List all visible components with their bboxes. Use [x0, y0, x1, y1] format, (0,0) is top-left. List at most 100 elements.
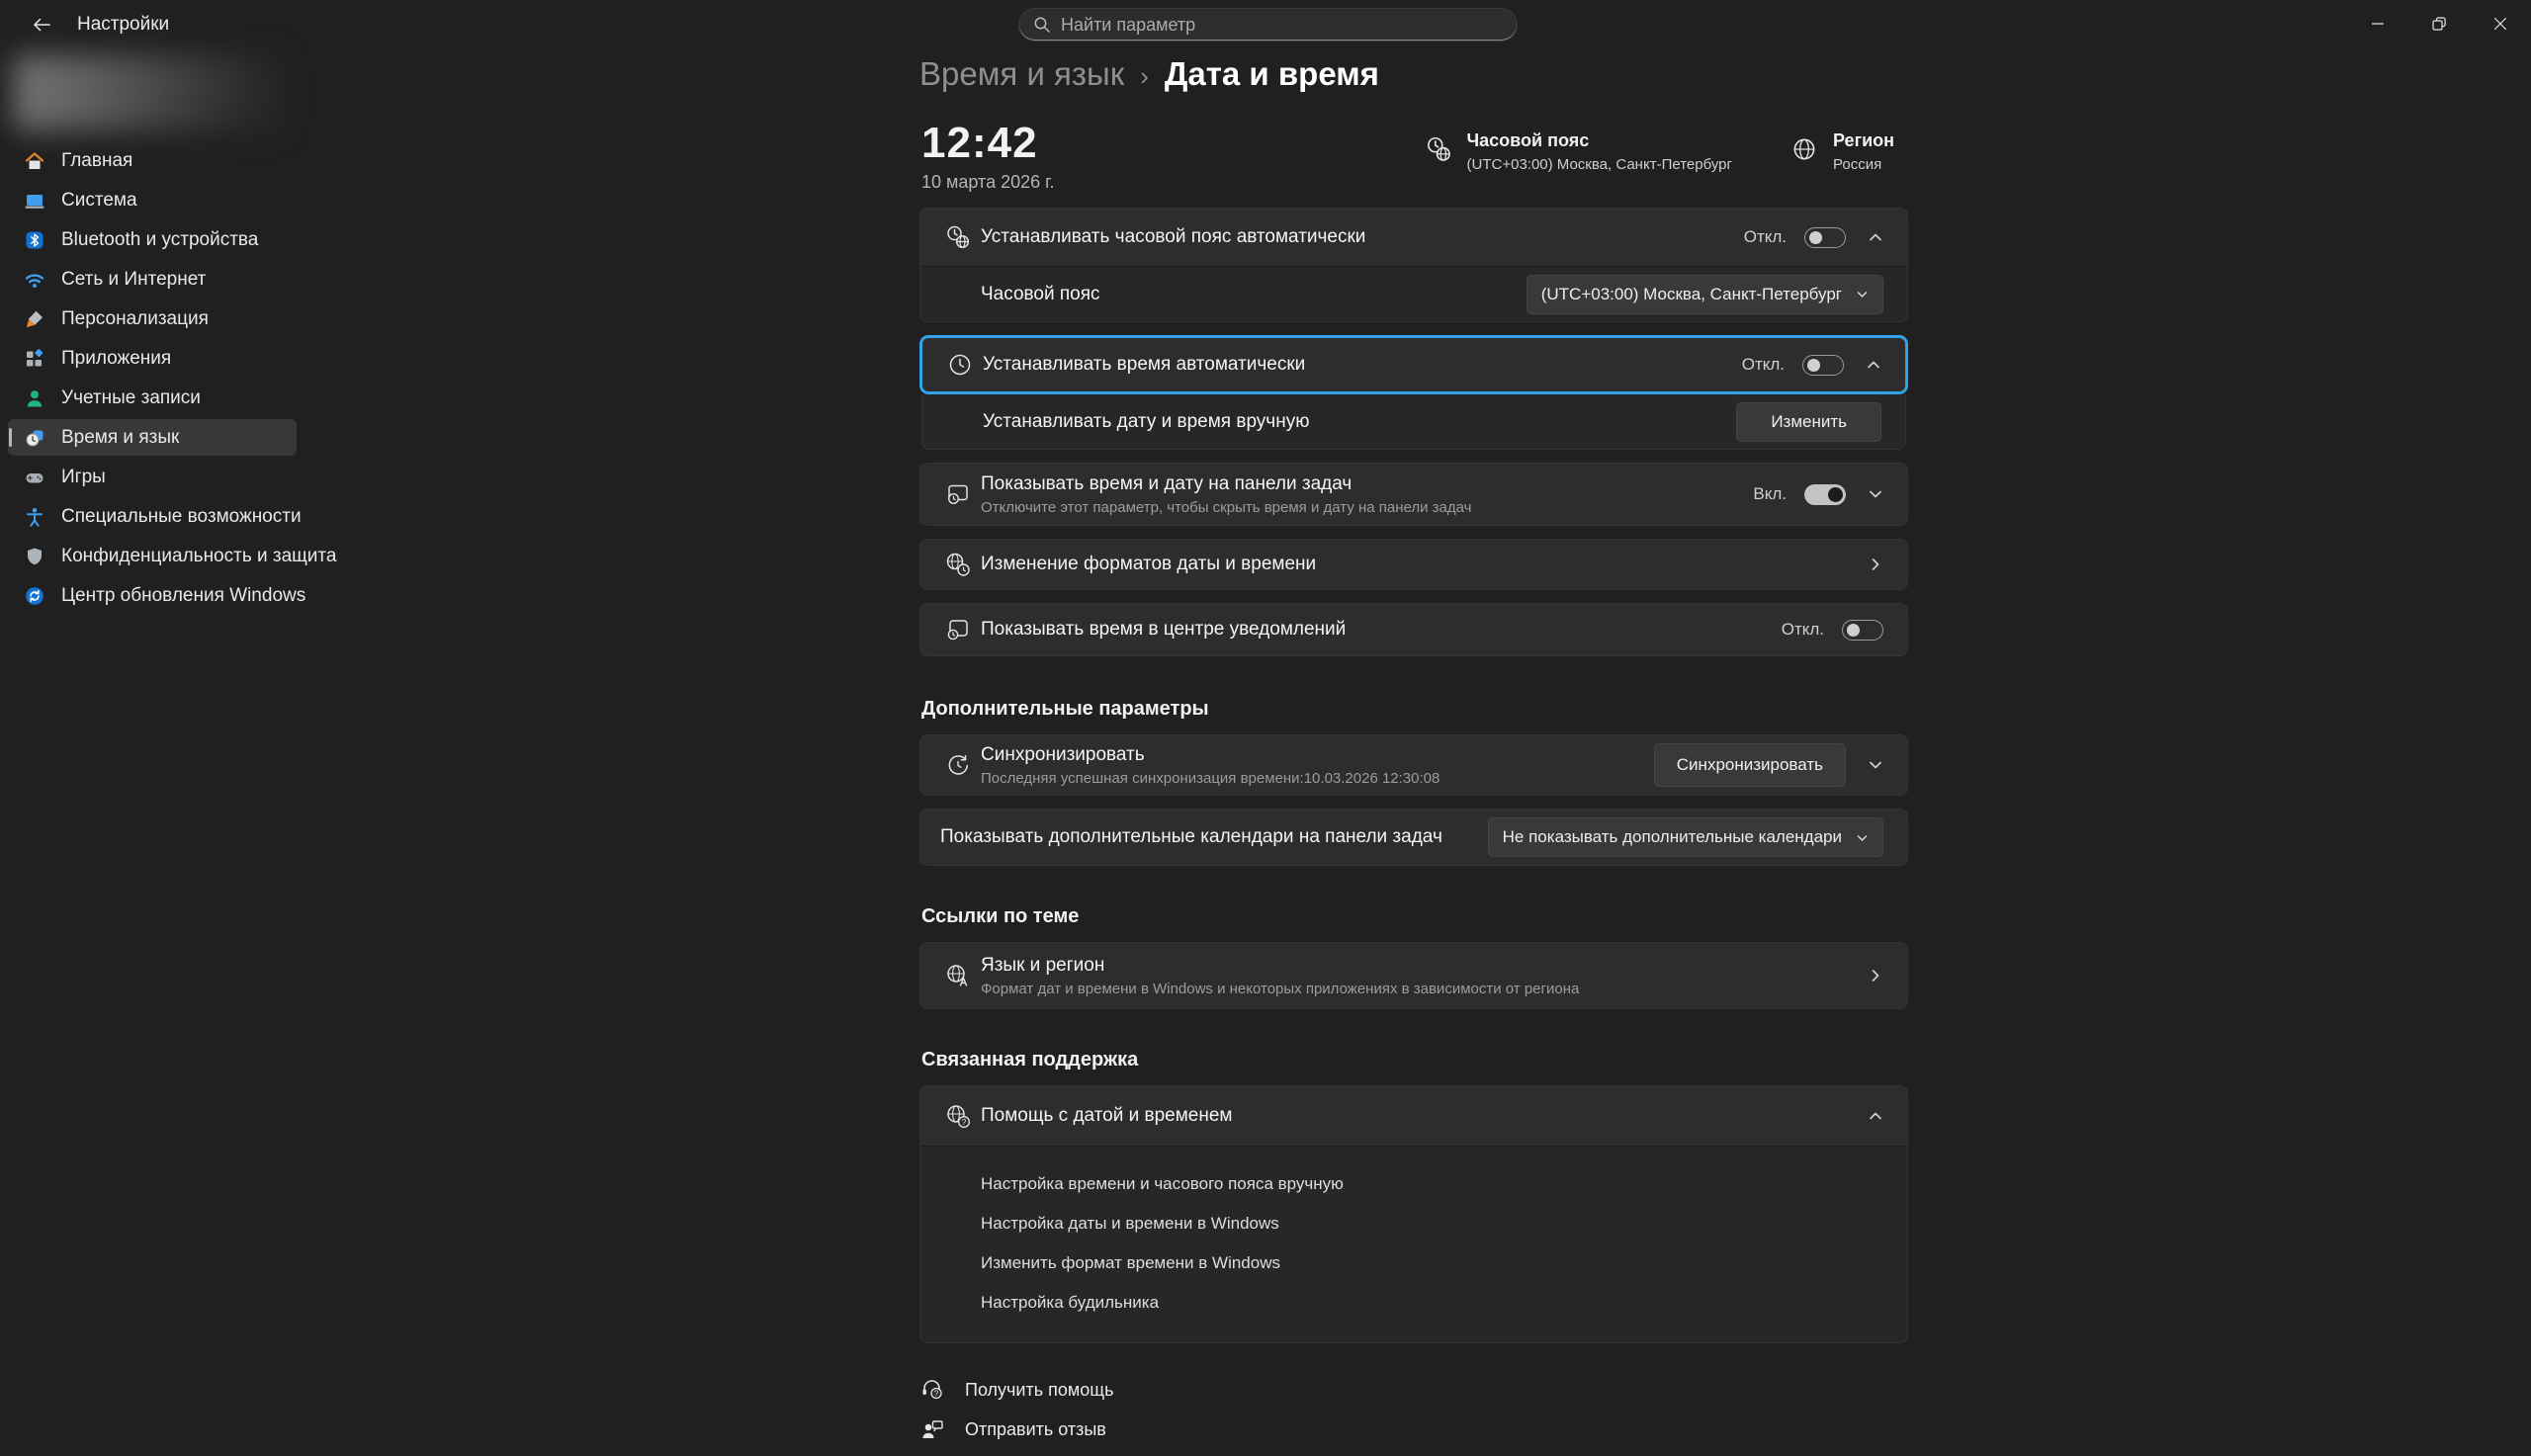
setting-label: Показывать время в центре уведомлений: [981, 619, 1762, 641]
search-input[interactable]: [1061, 15, 1503, 36]
timezone-dropdown[interactable]: (UTC+03:00) Москва, Санкт-Петербург: [1527, 275, 1883, 314]
region-title: Регион: [1833, 130, 1894, 151]
sidebar-nav: Главная Система Bluetooth и устройства С…: [8, 142, 297, 617]
sidebar-item-time-language[interactable]: Время и язык: [8, 419, 297, 456]
breadcrumb-parent[interactable]: Время и язык: [919, 55, 1124, 93]
toggle-state-label: Вкл.: [1753, 484, 1787, 504]
timezone-title: Часовой пояс: [1467, 130, 1732, 151]
send-feedback-link[interactable]: Отправить отзыв: [919, 1416, 1106, 1442]
card-language-region: Язык и регион Формат дат и времени в Win…: [919, 942, 1908, 1009]
help-link[interactable]: Изменить формат времени в Windows: [981, 1243, 1280, 1283]
sidebar-item-personalization[interactable]: Персонализация: [8, 300, 297, 337]
sidebar-item-label: Главная: [61, 150, 132, 172]
globe-help-icon: ?: [944, 1102, 972, 1130]
sidebar-item-gaming[interactable]: Игры: [8, 459, 297, 495]
sidebar-item-apps[interactable]: Приложения: [8, 340, 297, 377]
current-date: 10 марта 2026 г.: [921, 172, 1055, 193]
user-profile-blurred[interactable]: [14, 55, 281, 130]
timezone-value: (UTC+03:00) Москва, Санкт-Петербург: [1467, 156, 1732, 173]
search-box[interactable]: [1018, 8, 1518, 42]
calendars-dropdown-value: Не показывать дополнительные календари: [1503, 827, 1842, 847]
sidebar-item-label: Специальные возможности: [61, 506, 302, 528]
last-sync-status: Последняя успешная синхронизация времени…: [981, 770, 1634, 787]
toggle-state-label: Откл.: [1742, 355, 1785, 375]
svg-text:?: ?: [962, 1118, 967, 1127]
language-region-row[interactable]: Язык и регион Формат дат и времени в Win…: [920, 943, 1907, 1008]
help-link[interactable]: Настройка даты и времени в Windows: [981, 1204, 1279, 1243]
sidebar-item-windows-update[interactable]: Центр обновления Windows: [8, 577, 297, 614]
section-related-links: Ссылки по теме: [921, 905, 1908, 928]
formats-row[interactable]: Изменение форматов даты и времени: [920, 540, 1907, 589]
minimize-button[interactable]: [2347, 0, 2408, 47]
auto-time-row[interactable]: Устанавливать время автоматически Откл.: [922, 338, 1905, 391]
sidebar-item-label: Центр обновления Windows: [61, 585, 305, 607]
home-icon: [24, 150, 45, 172]
settings-list: Устанавливать часовой пояс автоматически…: [919, 208, 1908, 1456]
sync-now-button[interactable]: Синхронизировать: [1654, 743, 1846, 787]
time-language-icon: [24, 427, 45, 449]
privacy-shield-icon: [24, 546, 45, 567]
sidebar-item-privacy[interactable]: Конфиденциальность и защита: [8, 538, 297, 574]
taskbar-clock-row[interactable]: Показывать время и дату на панели задач …: [920, 464, 1907, 525]
auto-timezone-toggle[interactable]: [1804, 227, 1846, 248]
header-region: Регион Россия: [1789, 130, 1894, 173]
chevron-down-icon[interactable]: [1868, 486, 1883, 502]
footer: ? Получить помощь Отправить отзыв: [919, 1377, 1908, 1442]
sidebar-item-label: Сеть и Интернет: [61, 269, 206, 291]
sidebar-item-label: Учетные записи: [61, 387, 201, 409]
sidebar-item-label: Bluetooth и устройства: [61, 229, 258, 251]
card-help: ? Помощь с датой и временем Настройка вр…: [919, 1085, 1908, 1343]
timezone-select-row: Часовой пояс (UTC+03:00) Москва, Санкт-П…: [920, 266, 1907, 321]
get-help-label: Получить помощь: [965, 1380, 1113, 1401]
sidebar-item-home[interactable]: Главная: [8, 142, 297, 179]
help-link[interactable]: Настройка будильника: [981, 1283, 1159, 1323]
network-wifi-icon: [24, 269, 45, 291]
setting-label: Помощь с датой и временем: [981, 1105, 1826, 1127]
setting-description: Отключите этот параметр, чтобы скрыть вр…: [981, 499, 1733, 516]
sidebar-item-label: Время и язык: [61, 427, 179, 449]
chevron-down-icon[interactable]: [1868, 757, 1883, 773]
change-datetime-button[interactable]: Изменить: [1736, 402, 1881, 442]
notification-clock-row[interactable]: Показывать время в центре уведомлений От…: [920, 604, 1907, 655]
notification-clock-toggle[interactable]: [1842, 620, 1883, 641]
sidebar-item-accounts[interactable]: Учетные записи: [8, 380, 297, 416]
sidebar-item-bluetooth[interactable]: Bluetooth и устройства: [8, 221, 297, 258]
sync-row[interactable]: Синхронизировать Последняя успешная синх…: [920, 735, 1907, 795]
auto-time-toggle[interactable]: [1802, 355, 1844, 376]
window-controls: [2347, 0, 2531, 47]
gaming-gamepad-icon: [24, 467, 45, 488]
window-title: Настройки: [77, 14, 169, 36]
accessibility-icon: [24, 506, 45, 528]
sidebar: Главная Система Bluetooth и устройства С…: [0, 47, 306, 1376]
toggle-state-label: Откл.: [1744, 227, 1787, 247]
close-button[interactable]: [2470, 0, 2531, 47]
auto-timezone-row[interactable]: Устанавливать часовой пояс автоматически…: [920, 209, 1907, 266]
card-notification-clock: Показывать время в центре уведомлений От…: [919, 603, 1908, 656]
setting-label: Изменение форматов даты и времени: [981, 554, 1826, 575]
chevron-up-icon[interactable]: [1868, 229, 1883, 245]
svg-text:?: ?: [934, 1389, 939, 1398]
sidebar-item-accessibility[interactable]: Специальные возможности: [8, 498, 297, 535]
chevron-up-icon[interactable]: [1868, 1108, 1883, 1124]
section-related-support: Связанная поддержка: [921, 1049, 1908, 1071]
calendars-row: Показывать дополнительные календари на п…: [920, 810, 1907, 865]
chevron-up-icon[interactable]: [1866, 357, 1881, 373]
taskbar-clock-toggle[interactable]: [1804, 484, 1846, 505]
windows-update-icon: [24, 585, 45, 607]
back-button[interactable]: [22, 10, 61, 40]
restore-button[interactable]: [2408, 0, 2470, 47]
get-help-link[interactable]: ? Получить помощь: [919, 1377, 1113, 1403]
personalization-brush-icon: [24, 308, 45, 330]
sync-clock-icon: [944, 751, 972, 779]
globe-language-icon: [944, 962, 972, 989]
sidebar-item-system[interactable]: Система: [8, 182, 297, 218]
sidebar-item-network[interactable]: Сеть и Интернет: [8, 261, 297, 298]
page-title: Дата и время: [1165, 55, 1379, 93]
help-expander-row[interactable]: ? Помощь с датой и временем: [920, 1086, 1907, 1146]
sidebar-item-label: Персонализация: [61, 308, 209, 330]
sidebar-item-label: Конфиденциальность и защита: [61, 546, 336, 567]
calendars-dropdown[interactable]: Не показывать дополнительные календари: [1488, 817, 1883, 857]
setting-label: Устанавливать дату и время вручную: [983, 411, 1716, 433]
manual-datetime-row: Устанавливать дату и время вручную Измен…: [921, 394, 1906, 450]
help-link[interactable]: Настройка времени и часового пояса вручн…: [981, 1164, 1344, 1204]
